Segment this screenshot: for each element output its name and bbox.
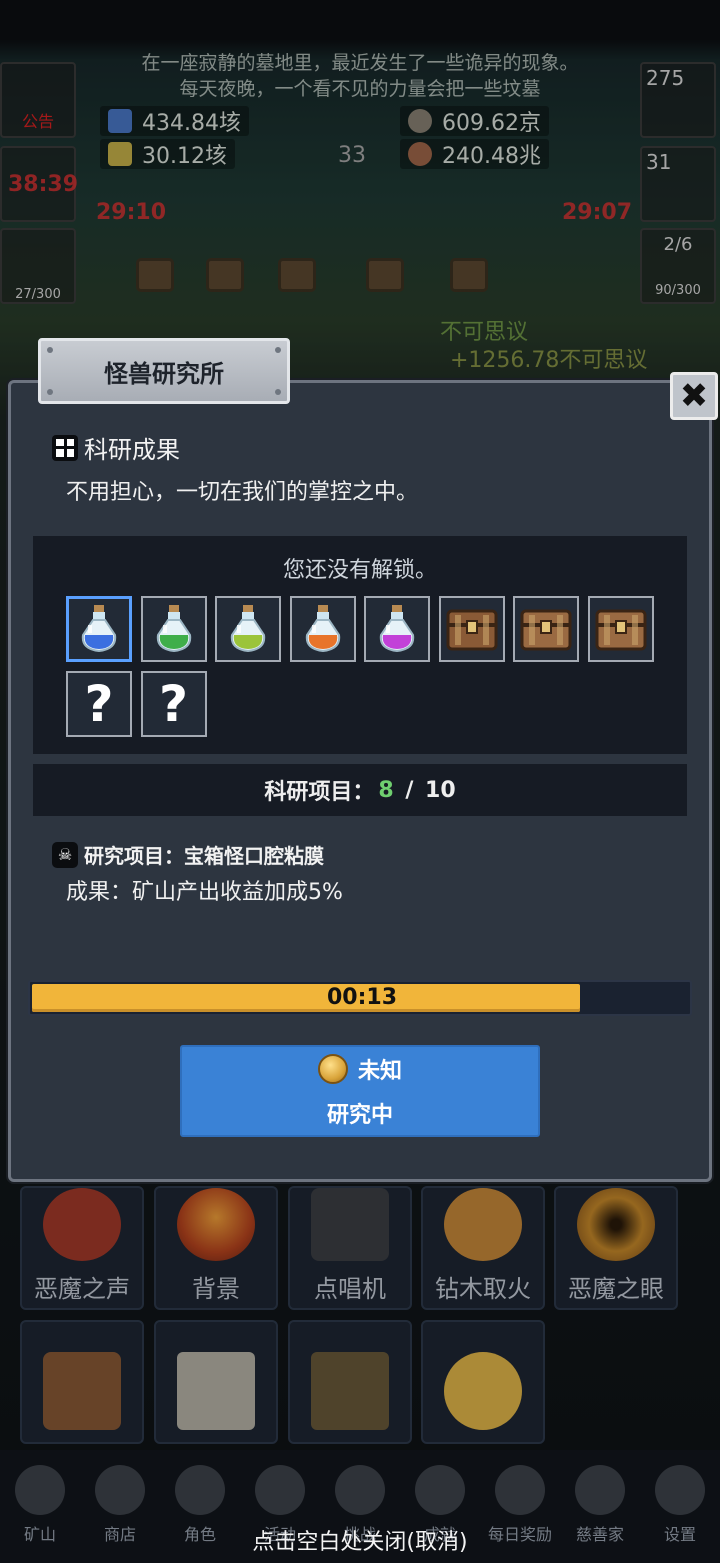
rivet (47, 347, 53, 353)
progress-total: 10 (425, 777, 456, 803)
progress-current: 8 (378, 777, 394, 803)
rivet (275, 347, 281, 353)
modal-title: 怪兽研究所 (104, 359, 224, 388)
green-potion-icon (156, 605, 191, 653)
modal-title-tab: 怪兽研究所 (38, 338, 290, 404)
unlock-note: 您还没有解锁。 (282, 558, 437, 583)
cost-label: 未知 (357, 1059, 402, 1084)
item-slot[interactable] (215, 596, 281, 662)
close-button[interactable]: ✖ (670, 372, 718, 420)
close-icon: ✖ (679, 376, 709, 416)
blue-potion-icon (81, 605, 117, 653)
project-label: 研究项目：宝箱怪口腔粘膜 (84, 844, 324, 868)
timer-text: 00:13 (326, 985, 398, 1010)
coin-icon (317, 1054, 348, 1084)
section-title: 科研成果 (84, 436, 180, 464)
section-header: 科研成果 (52, 430, 180, 465)
research-progress: 科研项目： 8 / 10 (33, 764, 687, 816)
item-slot[interactable] (364, 596, 430, 662)
progress-label: 科研项目： (264, 780, 375, 805)
item-slot[interactable] (587, 596, 654, 662)
result-label: 成果：矿山产出收益加成5% (66, 880, 343, 905)
locked-chest-icon (595, 609, 646, 651)
item-slot[interactable] (66, 596, 132, 662)
treasure-chest-icon (446, 609, 497, 651)
lime-potion-icon (230, 605, 266, 653)
progress-separator: / (397, 777, 422, 803)
items-panel: 您还没有解锁。 ?? (33, 536, 687, 754)
skull-icon: ☠ (52, 841, 78, 868)
project-header: ☠ 研究项目：宝箱怪口腔粘膜 (52, 840, 324, 869)
purple-potion-icon (379, 605, 415, 653)
research-button[interactable]: 未知 研究中 (180, 1045, 540, 1137)
item-slot[interactable] (438, 596, 505, 662)
wooden-chest-icon (520, 609, 572, 651)
rivet (47, 389, 53, 395)
item-slot[interactable]: ? (140, 671, 207, 737)
grid-icon (52, 434, 78, 461)
button-label: 研究中 (326, 1103, 393, 1128)
unknown-item-icon: ? (158, 675, 188, 733)
unknown-item-icon: ? (84, 675, 114, 733)
orange-potion-icon (305, 605, 340, 653)
item-slot[interactable]: ? (66, 671, 132, 737)
research-cost: 未知 (317, 1053, 402, 1085)
tap-to-close-hint[interactable]: 点击空白处关闭(取消) (0, 1524, 720, 1556)
section-description: 不用担心，一切在我们的掌控之中。 (66, 480, 419, 505)
item-slot[interactable] (289, 596, 356, 662)
item-slot[interactable] (513, 596, 579, 662)
research-timer-bar: 00:13 (28, 980, 692, 1016)
rivet (275, 389, 281, 395)
item-slot[interactable] (140, 596, 207, 662)
